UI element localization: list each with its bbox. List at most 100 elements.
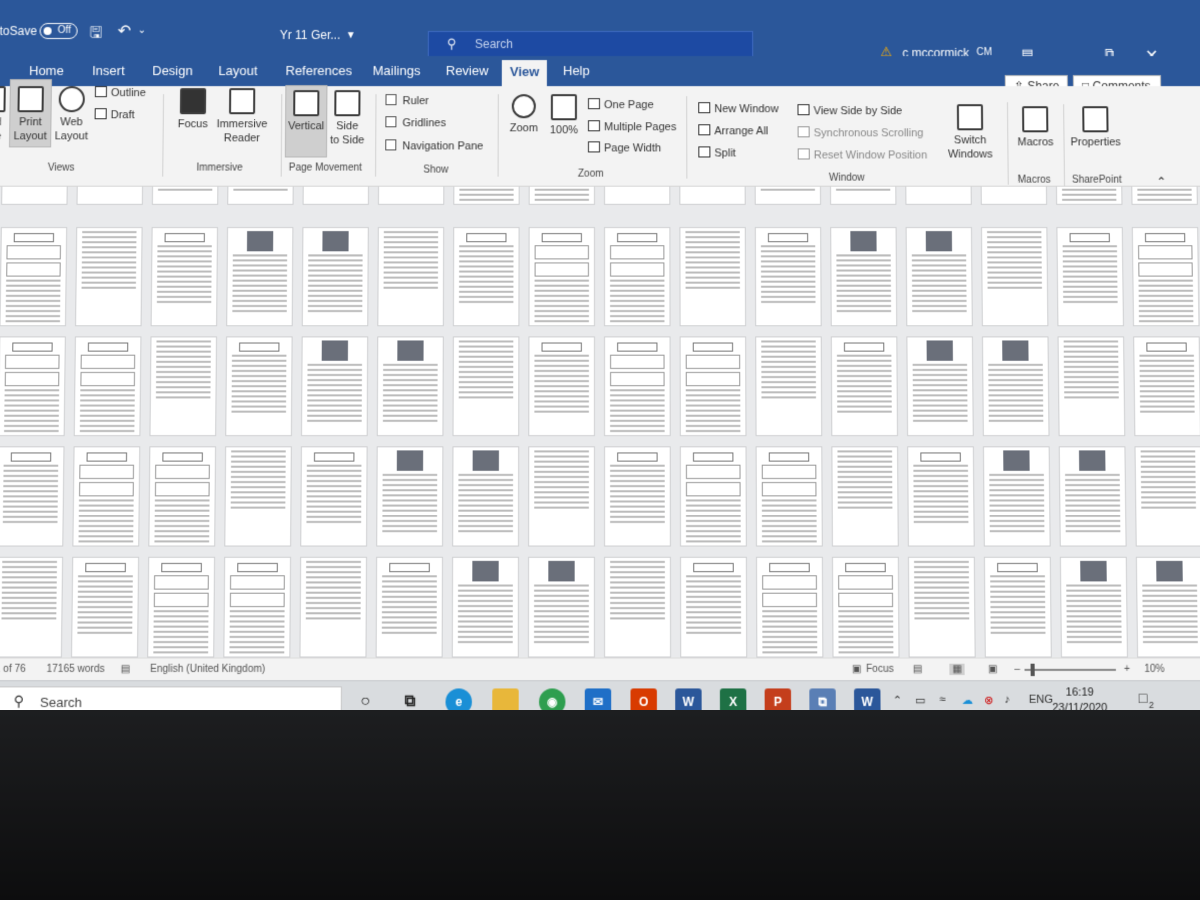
- page-thumbnail[interactable]: [528, 227, 595, 327]
- switch-windows-button[interactable]: Switch Windows: [939, 104, 1002, 161]
- page-thumbnail[interactable]: [0, 227, 68, 327]
- page-thumbnail[interactable]: [904, 186, 972, 205]
- page-thumbnail[interactable]: [1055, 186, 1123, 205]
- page-thumbnail[interactable]: [453, 186, 520, 205]
- side-to-side-button[interactable]: Side to Side: [329, 90, 365, 147]
- language[interactable]: English (United Kingdom): [150, 664, 265, 675]
- page-thumbnail[interactable]: [147, 556, 216, 658]
- page-thumbnail[interactable]: [300, 446, 368, 547]
- outline-button[interactable]: Outline: [94, 86, 146, 99]
- page-thumbnail[interactable]: [223, 556, 292, 658]
- immersive-reader-button[interactable]: Immersive Reader: [213, 88, 272, 145]
- page-thumbnail[interactable]: [301, 227, 369, 327]
- read-mode-button[interactable]: d e: [0, 86, 7, 146]
- page-thumbnail[interactable]: [75, 227, 143, 327]
- page-thumbnail[interactable]: [528, 446, 595, 547]
- page-thumbnail[interactable]: [528, 186, 595, 205]
- page-thumbnail[interactable]: [1058, 446, 1127, 547]
- page-thumbnail[interactable]: [679, 336, 747, 437]
- page-thumbnail[interactable]: [604, 227, 671, 327]
- split-button[interactable]: Split: [698, 146, 736, 159]
- page-thumbnail[interactable]: [72, 446, 141, 547]
- notification-icon[interactable]: □: [1139, 689, 1148, 706]
- chevron-down-icon[interactable]: ⌄: [138, 25, 147, 36]
- page-thumbnail[interactable]: [604, 556, 672, 658]
- page-thumbnail[interactable]: [0, 446, 65, 547]
- page-thumbnail[interactable]: [831, 446, 899, 547]
- page-thumbnail[interactable]: [527, 556, 595, 658]
- page-thumbnail[interactable]: [302, 186, 370, 205]
- network-warning-icon[interactable]: ⊗: [984, 694, 993, 707]
- page-thumbnail[interactable]: [982, 446, 1051, 547]
- page-thumbnail[interactable]: [754, 186, 822, 205]
- page-thumbnail[interactable]: [604, 446, 671, 547]
- focus-button[interactable]: Focus: [175, 88, 212, 131]
- page-thumbnail[interactable]: [148, 446, 217, 547]
- page-thumbnail[interactable]: [0, 336, 66, 437]
- page-thumbnail[interactable]: [376, 336, 444, 437]
- tab-references[interactable]: References: [285, 63, 352, 78]
- draft-button[interactable]: Draft: [94, 108, 135, 121]
- synchronous-scrolling-button[interactable]: Synchronous Scrolling: [797, 126, 923, 139]
- page-thumbnail[interactable]: [0, 556, 64, 658]
- zoom-out-icon[interactable]: –: [1014, 664, 1020, 675]
- wifi-icon[interactable]: ≈: [939, 694, 945, 706]
- autosave-toggle[interactable]: Off: [39, 22, 78, 40]
- page-thumbnail[interactable]: [76, 186, 144, 205]
- page-thumbnail[interactable]: [754, 227, 822, 327]
- page-thumbnail[interactable]: [300, 336, 369, 437]
- undo-icon[interactable]: ↶: [118, 21, 132, 41]
- input-language[interactable]: ENG: [1029, 694, 1053, 706]
- tab-insert[interactable]: Insert: [92, 63, 125, 78]
- tab-mailings[interactable]: Mailings: [373, 63, 421, 78]
- ruler-checkbox[interactable]: Ruler: [385, 94, 429, 107]
- tab-review[interactable]: Review: [446, 63, 489, 78]
- zoom-button[interactable]: Zoom: [506, 94, 542, 135]
- page-thumbnail[interactable]: [981, 336, 1050, 437]
- web-layout-button[interactable]: Web Layout: [53, 86, 90, 143]
- page-thumbnail[interactable]: [604, 336, 671, 437]
- web-layout-icon[interactable]: ▣: [988, 664, 998, 675]
- print-layout-button[interactable]: Print Layout: [8, 79, 53, 148]
- page-thumbnail[interactable]: [1131, 227, 1200, 327]
- page-count[interactable]: 1 of 76: [0, 664, 26, 675]
- document-canvas[interactable]: [0, 186, 1200, 658]
- navigation-pane-checkbox[interactable]: Navigation Pane: [385, 139, 483, 152]
- page-thumbnail[interactable]: [224, 446, 292, 547]
- page-thumbnail[interactable]: [831, 556, 900, 658]
- page-thumbnail[interactable]: [1134, 446, 1200, 547]
- page-thumbnail[interactable]: [907, 556, 976, 658]
- page-thumbnail[interactable]: [227, 186, 295, 205]
- print-layout-icon[interactable]: ▦: [949, 663, 966, 676]
- page-thumbnail[interactable]: [755, 336, 823, 437]
- vertical-button[interactable]: Vertical: [284, 85, 328, 158]
- page-thumbnail[interactable]: [829, 186, 897, 205]
- reset-window-position-button[interactable]: Reset Window Position: [797, 148, 927, 162]
- page-thumbnail[interactable]: [1130, 186, 1198, 205]
- macros-button[interactable]: Macros: [1013, 106, 1058, 149]
- page-thumbnail[interactable]: [679, 446, 747, 547]
- page-thumbnail[interactable]: [680, 556, 748, 658]
- page-thumbnail[interactable]: [71, 556, 140, 658]
- page-thumbnail[interactable]: [452, 336, 520, 437]
- page-thumbnail[interactable]: [1133, 336, 1200, 437]
- title-search-input[interactable]: ⚲ Search: [427, 31, 754, 58]
- battery-icon[interactable]: ▭: [915, 694, 926, 707]
- page-thumbnail[interactable]: [906, 336, 974, 437]
- zoom-slider[interactable]: [1024, 668, 1116, 671]
- volume-icon[interactable]: ♪: [1004, 694, 1010, 706]
- page-thumbnail[interactable]: [830, 227, 898, 327]
- page-thumbnail[interactable]: [755, 556, 824, 658]
- view-side-by-side-button[interactable]: View Side by Side: [797, 104, 902, 117]
- page-thumbnail[interactable]: [452, 446, 520, 547]
- properties-button[interactable]: Properties: [1067, 106, 1124, 149]
- page-thumbnail[interactable]: [983, 556, 1052, 658]
- page-thumbnail[interactable]: [830, 336, 898, 437]
- title-dropdown-icon[interactable]: ▼: [346, 30, 356, 41]
- page-thumbnail[interactable]: [226, 227, 294, 327]
- page-thumbnail[interactable]: [377, 227, 445, 327]
- tab-help[interactable]: Help: [563, 63, 590, 78]
- page-thumbnail[interactable]: [376, 446, 444, 547]
- page-width-button[interactable]: Page Width: [587, 141, 661, 154]
- page-thumbnail[interactable]: [375, 556, 443, 658]
